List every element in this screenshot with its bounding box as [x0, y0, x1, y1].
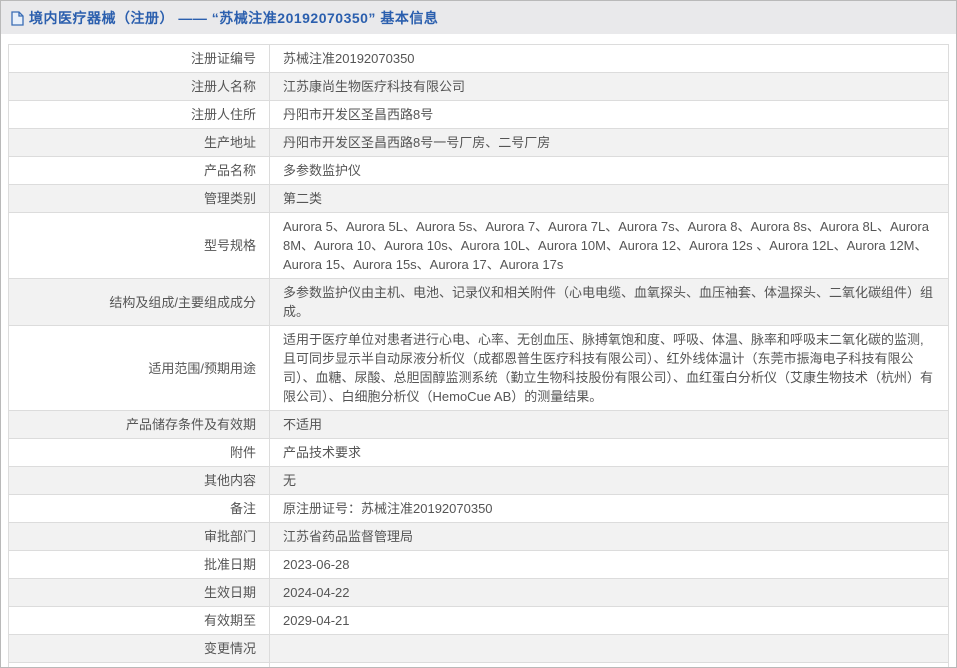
row-value: 苏械注准20192070350	[269, 44, 949, 73]
table-row: 生产地址 丹阳市开发区圣昌西路8号一号厂房、二号厂房	[8, 128, 949, 157]
row-value: 原注册证号：苏械注准20192070350	[269, 494, 949, 523]
row-value: 2024-04-22	[269, 578, 949, 607]
row-value: 不适用	[269, 410, 949, 439]
document-icon	[11, 10, 24, 26]
row-label-text: 变更情况	[203, 641, 256, 656]
row-value: 江苏康尚生物医疗科技有限公司	[269, 72, 949, 101]
row-value-text: 适用于医疗单位对患者进行心电、心率、无创血压、脉搏氧饱和度、呼吸、体温、脉率和呼…	[283, 332, 934, 404]
row-label: 其他内容	[8, 466, 270, 495]
table-row: 其他内容 无	[8, 466, 949, 495]
row-label: 产品名称	[8, 156, 270, 185]
row-label-text: 附件	[229, 445, 256, 460]
row-label: 附件	[8, 438, 270, 467]
row-label-text: 产品储存条件及有效期	[125, 417, 256, 432]
row-label-text: 审批部门	[203, 529, 256, 544]
table-row: 生效日期 2024-04-22	[8, 578, 949, 607]
row-value-text: 苏械注准20192070350	[283, 51, 415, 66]
row-label: 注	[8, 662, 270, 667]
row-value	[269, 634, 949, 663]
row-value-text: 江苏康尚生物医疗科技有限公司	[283, 79, 466, 94]
row-value: 详情	[269, 662, 949, 667]
row-label-text: 其他内容	[203, 473, 256, 488]
row-label-text: 有效期至	[203, 613, 256, 628]
row-label-text: 注册证编号	[190, 51, 256, 66]
row-value-text: 多参数监护仪由主机、电池、记录仪和相关附件（心电电缆、血氧探头、血压袖套、体温探…	[283, 285, 934, 319]
table-row: 注详情	[8, 662, 949, 667]
row-label-text: 结构及组成/主要组成成分	[109, 294, 256, 310]
row-label-text: 管理类别	[203, 191, 256, 206]
page-title: 境内医疗器械（注册） —— “苏械注准20192070350” 基本信息	[29, 9, 439, 26]
row-value: 丹阳市开发区圣昌西路8号	[269, 100, 949, 129]
row-value: 无	[269, 466, 949, 495]
row-value: 多参数监护仪	[269, 156, 949, 185]
table-row: 结构及组成/主要组成成分 多参数监护仪由主机、电池、记录仪和相关附件（心电电缆、血…	[8, 278, 949, 326]
row-value-text: Aurora 5、Aurora 5L、Aurora 5s、Aurora 7、Au…	[283, 219, 929, 272]
row-label: 型号规格	[8, 212, 270, 279]
table-row: 管理类别 第二类	[8, 184, 949, 213]
row-label: 批准日期	[8, 550, 270, 579]
row-label: 生效日期	[8, 578, 270, 607]
table-row: 型号规格 Aurora 5、Aurora 5L、Aurora 5s、Aurora …	[8, 212, 949, 279]
table-row: 注册人住所 丹阳市开发区圣昌西路8号	[8, 100, 949, 129]
table-row: 审批部门 江苏省药品监督管理局	[8, 522, 949, 551]
row-label: 结构及组成/主要组成成分	[8, 278, 270, 326]
row-label: 变更情况	[8, 634, 270, 663]
row-label-text: 备注	[229, 501, 256, 516]
row-value: 第二类	[269, 184, 949, 213]
row-label: 有效期至	[8, 606, 270, 635]
table-row: 有效期至 2029-04-21	[8, 606, 949, 635]
table-row: 注册证编号 苏械注准20192070350	[8, 44, 949, 73]
row-label-text: 型号规格	[203, 238, 256, 253]
row-value-text: 第二类	[283, 191, 323, 206]
table-row: 变更情况	[8, 634, 949, 663]
row-value: 丹阳市开发区圣昌西路8号一号厂房、二号厂房	[269, 128, 949, 157]
registration-info-page: 境内医疗器械（注册） —— “苏械注准20192070350” 基本信息 注册证…	[0, 0, 957, 668]
row-value-text: 无	[283, 473, 297, 488]
table-row: 注册人名称 江苏康尚生物医疗科技有限公司	[8, 72, 949, 101]
row-value: 2023-06-28	[269, 550, 949, 579]
row-label: 生产地址	[8, 128, 270, 157]
row-value-text: 2024-04-22	[283, 585, 350, 600]
row-label-text: 注册人住所	[190, 107, 256, 122]
row-value: 江苏省药品监督管理局	[269, 522, 949, 551]
row-label-text: 产品名称	[203, 163, 256, 178]
table-row: 附件 产品技术要求	[8, 438, 949, 467]
row-value-text: 产品技术要求	[283, 445, 362, 460]
row-label: 注册人住所	[8, 100, 270, 129]
table-row: 产品储存条件及有效期 不适用	[8, 410, 949, 439]
row-value: Aurora 5、Aurora 5L、Aurora 5s、Aurora 7、Au…	[269, 212, 949, 279]
row-value-text: 多参数监护仪	[283, 163, 362, 178]
table-row: 备注 原注册证号：苏械注准20192070350	[8, 494, 949, 523]
row-label: 适用范围/预期用途	[8, 325, 270, 411]
row-value-text: 不适用	[283, 417, 323, 432]
row-value: 产品技术要求	[269, 438, 949, 467]
row-value: 多参数监护仪由主机、电池、记录仪和相关附件（心电电缆、血氧探头、血压袖套、体温探…	[269, 278, 949, 326]
title-bar: 境内医疗器械（注册） —— “苏械注准20192070350” 基本信息	[1, 1, 956, 34]
row-value-text: 丹阳市开发区圣昌西路8号一号厂房、二号厂房	[283, 135, 551, 150]
row-value-text: 2029-04-21	[283, 613, 350, 628]
row-value: 适用于医疗单位对患者进行心电、心率、无创血压、脉搏氧饱和度、呼吸、体温、脉率和呼…	[269, 325, 949, 411]
table-row: 产品名称 多参数监护仪	[8, 156, 949, 185]
row-value-text: 2023-06-28	[283, 557, 350, 572]
row-value-text: 原注册证号：苏械注准20192070350	[283, 501, 493, 516]
row-label-text: 适用范围/预期用途	[148, 360, 256, 376]
row-label: 备注	[8, 494, 270, 523]
row-label-text: 生效日期	[203, 585, 256, 600]
info-table: 注册证编号 苏械注准20192070350 注册人名称 江苏康尚生物医疗科技有限公司注…	[8, 44, 949, 667]
row-label: 审批部门	[8, 522, 270, 551]
row-value-text: 丹阳市开发区圣昌西路8号	[283, 107, 434, 122]
row-label: 注册证编号	[8, 44, 270, 73]
row-label-text: 生产地址	[203, 135, 256, 150]
table-row: 批准日期 2023-06-28	[8, 550, 949, 579]
row-label: 注册人名称	[8, 72, 270, 101]
row-label: 管理类别	[8, 184, 270, 213]
row-label: 产品储存条件及有效期	[8, 410, 270, 439]
row-label-text: 注册人名称	[190, 79, 256, 94]
row-label-text: 批准日期	[203, 557, 256, 572]
row-value: 2029-04-21	[269, 606, 949, 635]
table-row: 适用范围/预期用途 适用于医疗单位对患者进行心电、心率、无创血压、脉搏氧饱和度、呼…	[8, 325, 949, 411]
row-value-text: 江苏省药品监督管理局	[283, 529, 414, 544]
